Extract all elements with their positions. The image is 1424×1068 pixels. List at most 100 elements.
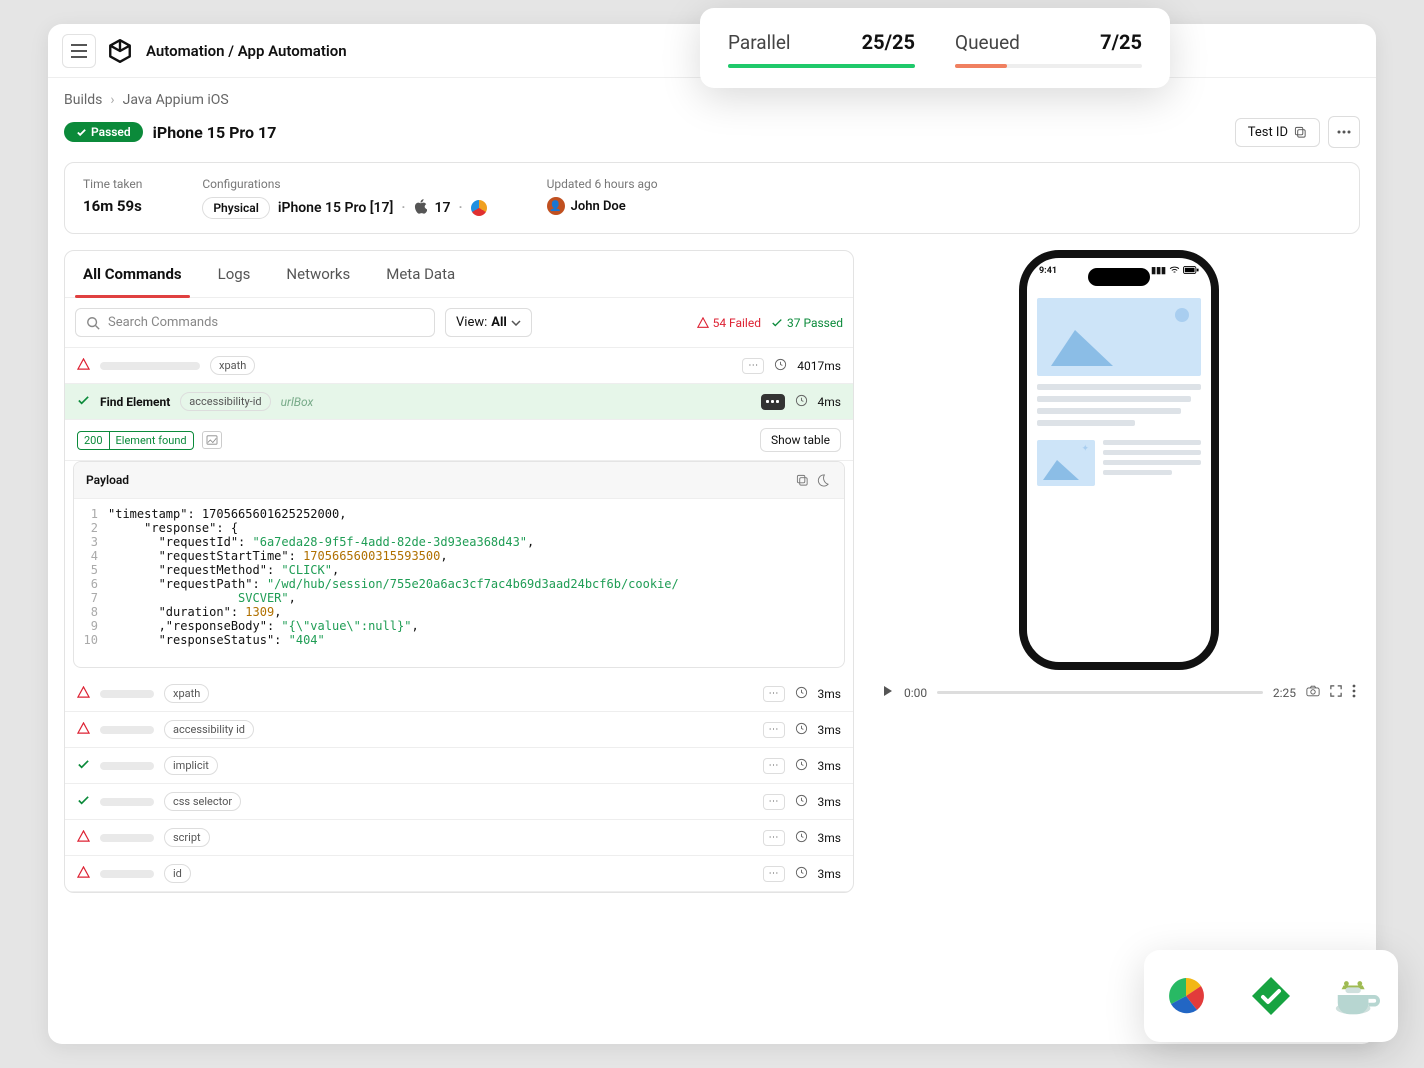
dots-horizontal-icon bbox=[1337, 130, 1351, 134]
response-status-pill: 200 Element found bbox=[77, 431, 194, 450]
toggle-theme-button[interactable] bbox=[812, 470, 832, 490]
espresso-icon bbox=[1332, 972, 1380, 1020]
moon-icon bbox=[816, 474, 829, 487]
image-icon bbox=[206, 435, 218, 445]
copy-icon bbox=[796, 474, 809, 487]
breadcrumb: Builds › Java Appium iOS bbox=[64, 92, 1360, 108]
passed-count: 37 Passed bbox=[771, 316, 843, 330]
appium-icon bbox=[1162, 972, 1210, 1020]
command-row-active[interactable]: Find Element accessibility-id urlBox 4ms bbox=[65, 384, 853, 420]
parallel-bar bbox=[728, 64, 915, 68]
warning-icon bbox=[77, 830, 90, 846]
video-more-button[interactable] bbox=[1352, 684, 1356, 701]
physical-chip: Physical bbox=[202, 197, 269, 219]
command-title: Find Element bbox=[100, 395, 170, 409]
locator-tag: css selector bbox=[164, 792, 241, 811]
row-more-button[interactable]: ⋯ bbox=[763, 722, 785, 738]
view-filter-dropdown[interactable]: View: All bbox=[445, 308, 532, 337]
command-duration: 3ms bbox=[818, 831, 841, 845]
command-row-expand: 200 Element found Show table bbox=[65, 420, 853, 461]
play-button[interactable] bbox=[882, 685, 894, 700]
command-duration: 3ms bbox=[818, 759, 841, 773]
session-meta-card: Time taken 16m 59s Configurations Physic… bbox=[64, 162, 1360, 234]
command-duration: 3ms bbox=[818, 687, 841, 701]
queued-value: 7/25 bbox=[1100, 30, 1142, 54]
warning-icon bbox=[77, 686, 90, 702]
tab-all-commands[interactable]: All Commands bbox=[65, 251, 200, 297]
command-row[interactable]: xpath ⋯ 3ms bbox=[65, 676, 853, 712]
command-row[interactable]: css selector⋯3ms bbox=[65, 784, 853, 820]
locator-value: urlBox bbox=[281, 395, 314, 409]
command-duration: 3ms bbox=[818, 723, 841, 737]
warning-icon bbox=[77, 866, 90, 882]
fullscreen-button[interactable] bbox=[1330, 685, 1342, 700]
queued-bar bbox=[955, 64, 1142, 68]
command-duration: 4017ms bbox=[797, 359, 841, 373]
clock-icon bbox=[795, 794, 808, 810]
video-scrubber[interactable] bbox=[937, 691, 1263, 694]
locator-tag: accessibility id bbox=[164, 720, 254, 739]
warning-icon bbox=[697, 317, 709, 329]
parallel-value: 25/25 bbox=[862, 30, 915, 54]
row-more-button[interactable]: ⋯ bbox=[763, 758, 785, 774]
check-icon bbox=[77, 794, 90, 810]
device-clock: 9:41 bbox=[1039, 266, 1057, 277]
video-controls: 0:00 2:25 bbox=[878, 684, 1360, 701]
more-button[interactable] bbox=[1328, 116, 1360, 148]
failed-count: 54 Failed bbox=[697, 316, 761, 330]
check-icon bbox=[77, 394, 90, 410]
framework-icon bbox=[471, 200, 487, 216]
warning-icon bbox=[77, 722, 90, 738]
locator-tag: id bbox=[164, 864, 191, 883]
search-input[interactable]: Search Commands bbox=[75, 308, 435, 337]
chevron-down-icon bbox=[511, 320, 521, 326]
play-icon bbox=[882, 685, 894, 697]
row-more-button[interactable]: ⋯ bbox=[763, 686, 785, 702]
configurations-label: Configurations bbox=[202, 177, 486, 191]
updated-label: Updated 6 hours ago bbox=[547, 177, 658, 191]
warning-icon bbox=[77, 358, 90, 374]
row-more-button[interactable]: ⋯ bbox=[763, 794, 785, 810]
row-more-button[interactable]: ⋯ bbox=[742, 358, 764, 374]
screenshot-button[interactable] bbox=[1306, 685, 1320, 700]
command-row[interactable]: script⋯3ms bbox=[65, 820, 853, 856]
user-name: John Doe bbox=[571, 199, 626, 214]
session-title: iPhone 15 Pro 17 bbox=[153, 123, 277, 142]
tab-meta-data[interactable]: Meta Data bbox=[368, 251, 473, 297]
screenshot-thumb-button[interactable] bbox=[202, 431, 222, 449]
show-table-button[interactable]: Show table bbox=[760, 428, 841, 452]
apple-icon bbox=[414, 199, 427, 218]
avatar: 👤 bbox=[547, 197, 565, 215]
copy-payload-button[interactable] bbox=[792, 470, 812, 490]
command-row[interactable]: accessibility id ⋯ 3ms bbox=[65, 712, 853, 748]
search-icon bbox=[86, 316, 100, 330]
command-row[interactable]: implicit ⋯ 3ms bbox=[65, 748, 853, 784]
locator-tag: implicit bbox=[164, 756, 218, 775]
menu-button[interactable] bbox=[62, 34, 96, 68]
row-more-button[interactable]: ⋯ bbox=[763, 866, 785, 882]
camera-icon bbox=[1306, 685, 1320, 697]
video-current-time: 0:00 bbox=[904, 686, 927, 700]
copy-icon bbox=[1294, 126, 1307, 139]
page-title: Automation / App Automation bbox=[146, 42, 347, 60]
clock-icon bbox=[774, 358, 787, 374]
test-id-button[interactable]: Test ID bbox=[1235, 118, 1320, 147]
row-more-button[interactable]: ⋯ bbox=[763, 830, 785, 846]
payload-code: 1"timestamp": 1705665601625252000,2 "res… bbox=[74, 499, 844, 667]
check-icon bbox=[77, 758, 90, 774]
breadcrumb-root[interactable]: Builds bbox=[64, 92, 102, 108]
command-row[interactable]: id⋯3ms bbox=[65, 856, 853, 892]
check-icon bbox=[76, 127, 87, 138]
framework-icons-card bbox=[1144, 950, 1398, 1042]
breadcrumb-current: Java Appium iOS bbox=[123, 92, 229, 108]
row-thumbnail[interactable] bbox=[761, 394, 785, 410]
tab-networks[interactable]: Networks bbox=[268, 251, 368, 297]
chevron-right-icon: › bbox=[110, 92, 114, 108]
locator-tag: xpath bbox=[210, 356, 255, 375]
time-taken-label: Time taken bbox=[83, 177, 142, 191]
parallel-queued-card: Parallel 25/25 Queued 7/25 bbox=[700, 8, 1170, 88]
check-icon bbox=[771, 317, 783, 329]
command-row[interactable]: xpath ⋯ 4017ms bbox=[65, 348, 853, 384]
locator-tag: xpath bbox=[164, 684, 209, 703]
tab-logs[interactable]: Logs bbox=[200, 251, 269, 297]
